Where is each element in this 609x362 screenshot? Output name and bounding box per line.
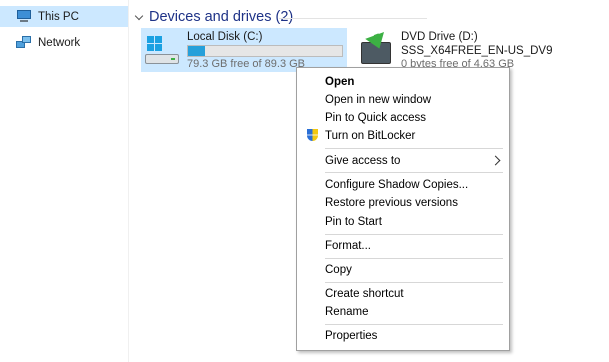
computer-icon: [16, 9, 32, 24]
menu-item-shadow-copies[interactable]: Configure Shadow Copies...: [297, 176, 509, 194]
menu-item-open[interactable]: Open: [297, 73, 509, 91]
drive-name: DVD Drive (D:): [401, 31, 478, 43]
group-divider: [279, 18, 427, 19]
menu-item-label: Copy: [325, 264, 352, 276]
dvd-drive-icon: [359, 32, 395, 66]
nav-item-this-pc[interactable]: This PC: [0, 6, 128, 27]
menu-separator: [325, 148, 503, 149]
chevron-down-icon[interactable]: [135, 13, 143, 21]
menu-item-copy[interactable]: Copy: [297, 261, 509, 279]
menu-item-restore-versions[interactable]: Restore previous versions: [297, 194, 509, 212]
drive-usage-bar: [187, 45, 343, 57]
network-icon: [16, 35, 32, 50]
hard-drive-icon: [145, 34, 181, 66]
nav-item-label: This PC: [38, 10, 79, 23]
nav-item-label: Network: [38, 36, 81, 49]
nav-item-network[interactable]: Network: [0, 32, 128, 53]
shield-icon: [305, 128, 319, 143]
menu-item-label: Format...: [325, 240, 372, 252]
group-title: Devices and drives (2): [149, 9, 294, 25]
menu-item-pin-quick-access[interactable]: Pin to Quick access: [297, 109, 509, 127]
drive-usage-fill: [188, 46, 205, 56]
menu-item-label: Create shortcut: [325, 288, 404, 300]
menu-item-label: Open: [325, 76, 355, 88]
drive-local-disk[interactable]: Local Disk (C:) 79.3 GB free of 89.3 GB: [141, 28, 347, 72]
menu-item-label: Turn on BitLocker: [325, 130, 416, 142]
drive-free-space: 79.3 GB free of 89.3 GB: [187, 58, 306, 70]
context-menu: Open Open in new window Pin to Quick acc…: [296, 67, 510, 351]
navigation-pane: This PC Network: [0, 0, 129, 362]
menu-item-label: Rename: [325, 306, 369, 318]
menu-item-label: Configure Shadow Copies...: [325, 179, 469, 191]
menu-item-give-access[interactable]: Give access to: [297, 152, 509, 170]
menu-item-label: Pin to Quick access: [325, 112, 426, 124]
menu-separator: [325, 258, 503, 259]
menu-item-label: Open in new window: [325, 94, 432, 106]
group-header[interactable]: Devices and drives (2): [135, 9, 293, 25]
menu-item-create-shortcut[interactable]: Create shortcut: [297, 285, 509, 303]
drive-volume-label: SSS_X64FREE_EN-US_DV9: [401, 45, 553, 57]
menu-separator: [325, 324, 503, 325]
menu-item-label: Restore previous versions: [325, 197, 458, 209]
chevron-right-icon: [490, 155, 501, 166]
drive-name: Local Disk (C:): [187, 31, 263, 43]
menu-item-open-new-window[interactable]: Open in new window: [297, 91, 509, 109]
drive-dvd[interactable]: DVD Drive (D:) SSS_X64FREE_EN-US_DV9 0 b…: [355, 28, 552, 72]
menu-item-rename[interactable]: Rename: [297, 303, 509, 321]
menu-item-properties[interactable]: Properties: [297, 327, 509, 345]
menu-separator: [325, 282, 503, 283]
menu-separator: [325, 234, 503, 235]
menu-item-label: Properties: [325, 330, 378, 342]
menu-item-label: Give access to: [325, 155, 401, 167]
menu-item-format[interactable]: Format...: [297, 237, 509, 255]
windows-logo-icon: [147, 36, 163, 52]
menu-separator: [325, 172, 503, 173]
menu-item-bitlocker[interactable]: Turn on BitLocker: [297, 127, 509, 145]
menu-item-pin-start[interactable]: Pin to Start: [297, 213, 509, 231]
menu-item-label: Pin to Start: [325, 216, 382, 228]
